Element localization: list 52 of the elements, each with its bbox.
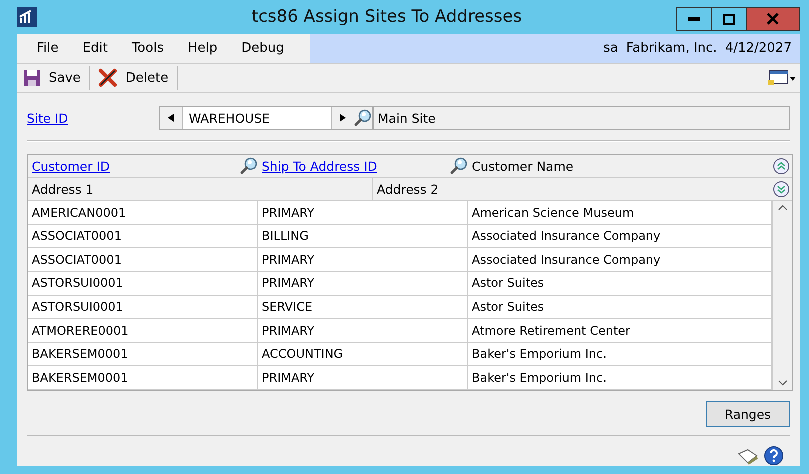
table-cell: ASTORSUI0001 [28,272,258,295]
app-icon [17,7,37,28]
column-header: Address 1 [32,182,94,197]
site-id-field[interactable]: WAREHOUSE [182,107,332,130]
table-cell: BILLING [258,224,468,248]
help-icon[interactable] [764,446,784,466]
save-icon [23,69,41,88]
company-name: Fabrikam, Inc. [626,41,718,56]
menu-item[interactable]: Tools [120,41,176,56]
minimize-icon [688,17,700,21]
table-cell: ACCOUNTING [258,342,468,366]
user-name: sa [604,41,618,56]
user-date: 4/12/2027 [725,41,792,56]
close-icon [767,13,779,25]
table-cell: ASSOCIAT0001 [28,224,258,248]
window-dropdown-icon[interactable] [768,69,796,88]
maximize-button[interactable] [711,7,747,31]
table-cell: SERVICE [258,296,468,318]
close-button[interactable] [746,7,800,31]
column-header: Customer Name [472,158,574,174]
maximize-icon [723,14,735,24]
delete-icon [98,68,118,88]
table-cell: PRIMARY [258,272,468,295]
table-cell: ASTORSUI0001 [28,296,258,318]
lookup-icon[interactable] [450,157,468,176]
site-description-field: Main Site [373,106,790,130]
table-cell: ATMORERE0001 [28,319,258,342]
window-title: tcs86 Assign Sites To Addresses [250,7,524,28]
table-cell: PRIMARY [258,366,468,389]
save-button[interactable]: Save [21,66,90,90]
collapse-rows-icon[interactable] [773,158,790,175]
column-header-link[interactable]: Ship To Address ID [262,158,378,174]
menu-item[interactable]: Edit [70,41,120,56]
table-cell: BAKERSEM0001 [28,366,258,389]
lookup-icon[interactable] [240,157,258,176]
table-cell: AMERICAN0001 [28,201,258,224]
column-header: Address 2 [377,182,439,197]
menu-item[interactable]: File [25,41,71,56]
menu-item[interactable]: Help [176,41,230,56]
table-cell: PRIMARY [258,319,468,342]
table-cell: PRIMARY [258,248,468,272]
table-cell: PRIMARY [258,201,468,224]
site-id-link[interactable]: Site ID [27,110,159,126]
expand-rows-icon[interactable] [773,180,790,198]
table-cell: ASSOCIAT0001 [28,248,258,272]
table-cell: BAKERSEM0001 [28,342,258,366]
lookup-icon[interactable] [354,109,372,128]
menu-item[interactable]: Debug [230,41,296,56]
delete-button[interactable]: Delete [96,66,178,90]
column-header-link[interactable]: Customer ID [32,158,110,174]
ranges-button[interactable]: Ranges [706,401,790,427]
minimize-button[interactable] [676,7,712,31]
